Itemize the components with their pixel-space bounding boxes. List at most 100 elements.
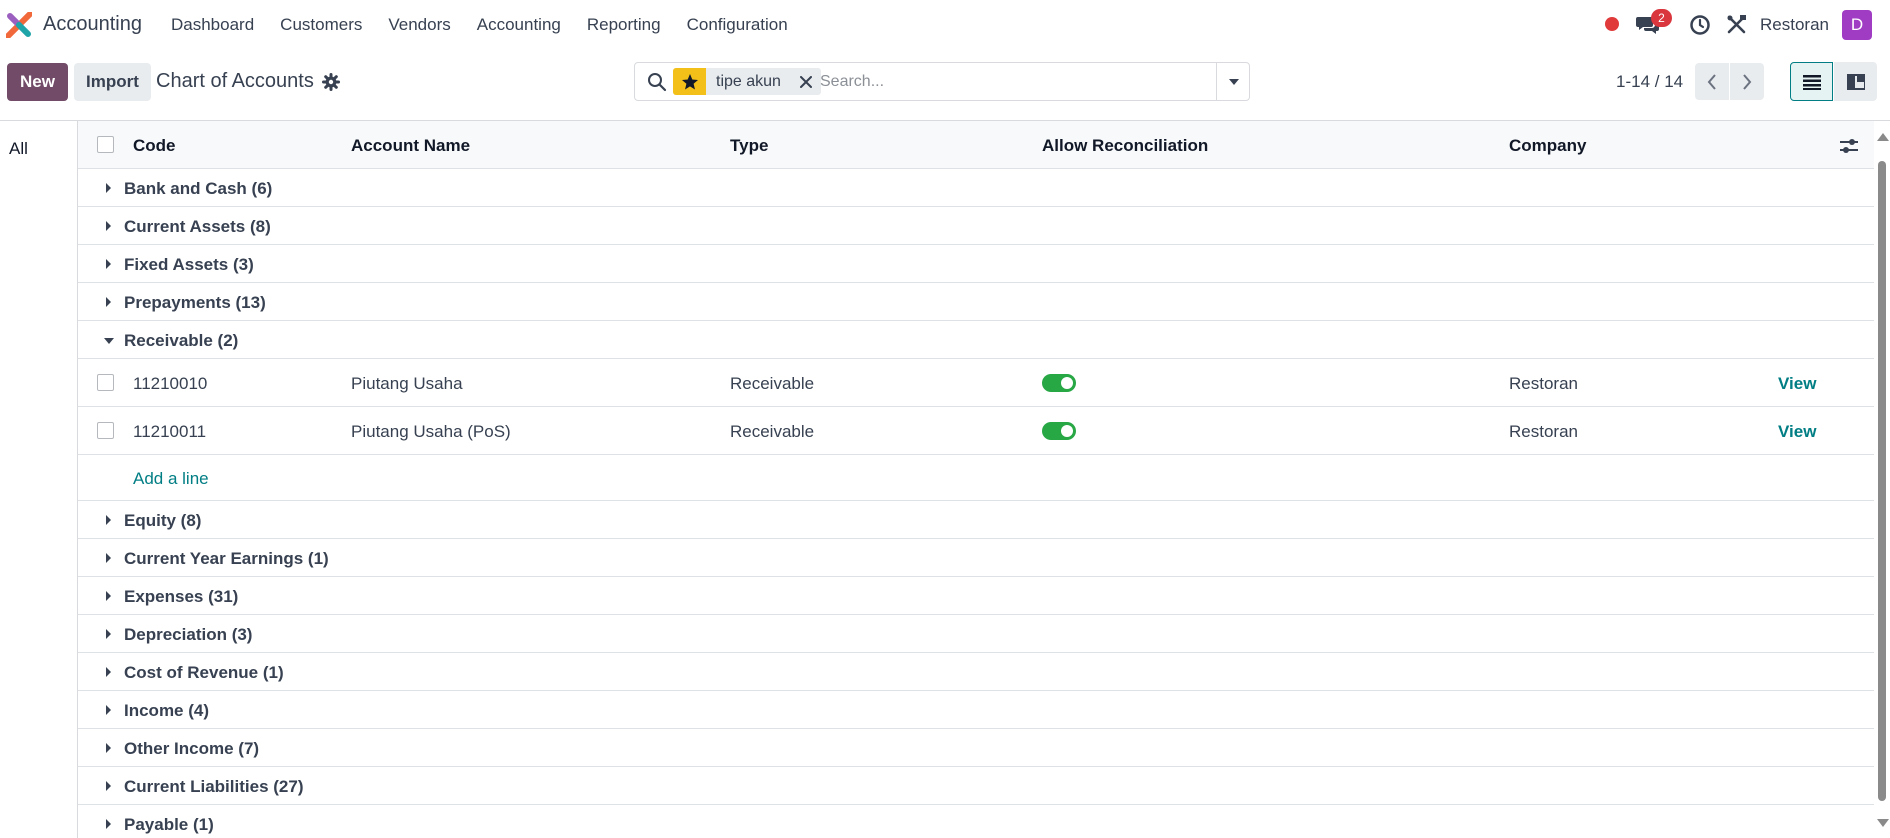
accounts-list: Code Account Name Type Allow Reconciliat…: [78, 121, 1874, 838]
caret-right-icon: [106, 667, 111, 677]
caret-right-icon: [106, 705, 111, 715]
menu-reporting[interactable]: Reporting: [574, 15, 674, 35]
list-view-button[interactable]: [1790, 62, 1833, 101]
scroll-down-arrow-icon[interactable]: [1877, 819, 1889, 827]
pager-next-button[interactable]: [1730, 63, 1764, 100]
group-label: Bank and Cash (6): [124, 179, 273, 198]
group-row-open[interactable]: Receivable (2): [78, 321, 1874, 359]
select-all-checkbox[interactable]: [97, 136, 114, 153]
row-checkbox[interactable]: [97, 374, 114, 391]
caret-right-icon: [106, 297, 111, 307]
scroll-thumb[interactable]: [1878, 161, 1886, 801]
table-row[interactable]: 11210011 Piutang Usaha (PoS) Receivable …: [78, 407, 1874, 455]
menu-configuration[interactable]: Configuration: [674, 15, 801, 35]
add-a-line-button[interactable]: Add a line: [133, 469, 209, 489]
column-header-company[interactable]: Company: [1509, 136, 1586, 156]
menu-dashboard[interactable]: Dashboard: [158, 15, 267, 35]
list-view-icon: [1802, 74, 1821, 90]
table-row[interactable]: 11210010 Piutang Usaha Receivable Restor…: [78, 359, 1874, 407]
pager-value[interactable]: 1-14 / 14: [1616, 72, 1683, 92]
view-button[interactable]: View: [1778, 422, 1816, 442]
page-title: Chart of Accounts: [156, 70, 314, 92]
clock-icon[interactable]: [1689, 14, 1711, 36]
caret-right-icon: [106, 591, 111, 601]
caret-right-icon: [106, 819, 111, 829]
row-checkbox[interactable]: [97, 422, 114, 439]
toggle-knob: [1061, 425, 1073, 437]
group-label: Current Year Earnings (1): [124, 549, 329, 568]
scroll-up-arrow-icon[interactable]: [1877, 133, 1889, 141]
cell-code[interactable]: 11210011: [133, 422, 206, 442]
group-row[interactable]: Prepayments (13): [78, 283, 1874, 321]
app-name[interactable]: Accounting: [43, 13, 142, 36]
caret-right-icon: [106, 553, 111, 563]
company-switcher[interactable]: Restoran: [1760, 15, 1829, 35]
group-row[interactable]: Fixed Assets (3): [78, 245, 1874, 283]
list-scrollbar[interactable]: [1874, 121, 1890, 838]
side-panel-item-all[interactable]: All: [9, 139, 28, 159]
group-row[interactable]: Current Assets (8): [78, 207, 1874, 245]
allow-reconciliation-toggle[interactable]: [1042, 422, 1076, 440]
group-label: Equity (8): [124, 511, 202, 530]
search-options-toggle[interactable]: [1216, 63, 1250, 100]
cell-type[interactable]: Receivable: [730, 374, 814, 394]
remove-facet-icon[interactable]: [791, 68, 821, 95]
column-header-code[interactable]: Code: [133, 136, 176, 156]
group-row[interactable]: Income (4): [78, 691, 1874, 729]
gear-icon[interactable]: [322, 73, 340, 91]
kanban-view-button[interactable]: [1834, 62, 1877, 101]
chevron-right-icon: [1743, 73, 1752, 90]
toggle-knob: [1061, 377, 1073, 389]
column-header-allow-reconciliation[interactable]: Allow Reconciliation: [1042, 136, 1208, 156]
search-bar: tipe akun: [634, 62, 1250, 101]
search-facet-label: tipe akun: [716, 73, 781, 90]
caret-right-icon: [106, 183, 111, 193]
group-row[interactable]: Cost of Revenue (1): [78, 653, 1874, 691]
pager-previous-button[interactable]: [1695, 63, 1729, 100]
add-line-row: Add a line: [78, 455, 1874, 501]
search-input[interactable]: [820, 69, 1210, 95]
group-label: Current Liabilities (27): [124, 777, 304, 796]
column-header-account-name[interactable]: Account Name: [351, 136, 470, 156]
cell-code[interactable]: 11210010: [133, 374, 207, 394]
kanban-view-icon: [1846, 73, 1865, 90]
search-icon[interactable]: [647, 72, 667, 92]
group-row[interactable]: Bank and Cash (6): [78, 169, 1874, 207]
group-label: Current Assets (8): [124, 217, 271, 236]
cell-account-name[interactable]: Piutang Usaha: [351, 374, 463, 394]
allow-reconciliation-toggle[interactable]: [1042, 374, 1076, 392]
optional-columns-icon[interactable]: [1839, 137, 1859, 155]
cell-type[interactable]: Receivable: [730, 422, 814, 442]
main-menu: Dashboard Customers Vendors Accounting R…: [158, 0, 801, 50]
menu-customers[interactable]: Customers: [267, 15, 375, 35]
group-row[interactable]: Expenses (31): [78, 577, 1874, 615]
group-row[interactable]: Other Income (7): [78, 729, 1874, 767]
column-header-type[interactable]: Type: [730, 136, 768, 156]
recording-dot-icon[interactable]: [1605, 17, 1619, 31]
search-facet: tipe akun: [673, 68, 821, 95]
menu-vendors[interactable]: Vendors: [375, 15, 463, 35]
group-row[interactable]: Payable (1): [78, 805, 1874, 838]
cell-account-name[interactable]: Piutang Usaha (PoS): [351, 422, 511, 442]
caret-right-icon: [106, 743, 111, 753]
cell-company[interactable]: Restoran: [1509, 374, 1578, 394]
menu-accounting[interactable]: Accounting: [464, 15, 574, 35]
group-row[interactable]: Current Liabilities (27): [78, 767, 1874, 805]
group-label: Other Income (7): [124, 739, 260, 758]
group-label: Fixed Assets (3): [124, 255, 254, 274]
tools-icon[interactable]: [1726, 14, 1747, 35]
group-row[interactable]: Equity (8): [78, 501, 1874, 539]
view-button[interactable]: View: [1778, 374, 1816, 394]
group-label: Receivable (2): [124, 331, 239, 350]
caret-right-icon: [106, 515, 111, 525]
cell-company[interactable]: Restoran: [1509, 422, 1578, 442]
caret-right-icon: [106, 259, 111, 269]
group-row[interactable]: Current Year Earnings (1): [78, 539, 1874, 577]
new-button[interactable]: New: [7, 63, 68, 101]
group-row[interactable]: Depreciation (3): [78, 615, 1874, 653]
caret-right-icon: [106, 221, 111, 231]
import-button[interactable]: Import: [74, 63, 151, 101]
group-label: Income (4): [124, 701, 210, 720]
app-logo-icon[interactable]: [6, 12, 32, 38]
user-avatar[interactable]: D: [1842, 10, 1872, 40]
